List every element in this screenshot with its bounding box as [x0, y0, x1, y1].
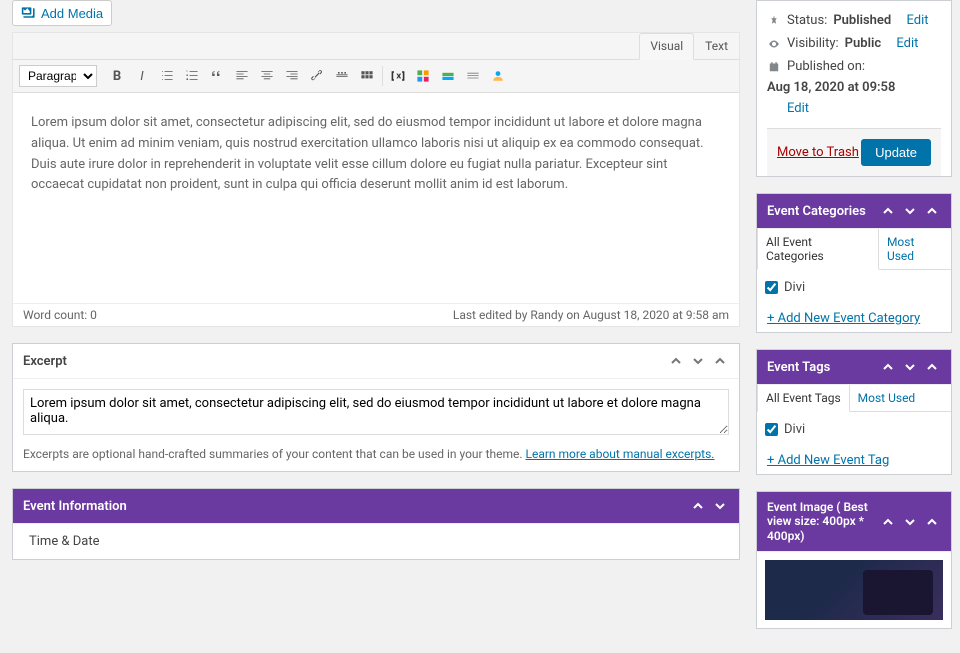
event-info-panel: Event Information Time & Date — [12, 488, 740, 560]
excerpt-title: Excerpt — [23, 354, 67, 369]
excerpt-help: Excerpts are optional hand-crafted summa… — [23, 447, 729, 461]
panel-up-icon[interactable] — [879, 513, 897, 531]
category-item[interactable]: Divi — [765, 278, 943, 297]
move-to-trash-link[interactable]: Move to Trash — [777, 145, 859, 160]
visibility-row: Visibility: Public Edit — [767, 32, 941, 55]
event-image-title: Event Image ( Best view size: 400px * 40… — [767, 500, 879, 543]
panel-up-icon[interactable] — [689, 497, 707, 515]
edit-published-link[interactable]: Edit — [787, 101, 941, 116]
number-list-button[interactable] — [180, 64, 204, 88]
blockquote-button[interactable] — [205, 64, 229, 88]
add-media-button[interactable]: Add Media — [12, 0, 112, 26]
edit-visibility-link[interactable]: Edit — [896, 36, 918, 51]
editor-content[interactable]: Lorem ipsum dolor sit amet, consectetur … — [13, 93, 739, 303]
panel-down-icon[interactable] — [901, 202, 919, 220]
tab-text[interactable]: Text — [694, 33, 739, 59]
editor-mode-tabs: Visual Text — [13, 33, 739, 60]
update-button[interactable]: Update — [861, 139, 931, 166]
module-button[interactable] — [411, 64, 435, 88]
panel-down-icon[interactable] — [711, 497, 729, 515]
more-button[interactable] — [330, 64, 354, 88]
excerpt-help-link[interactable]: Learn more about manual excerpts. — [526, 447, 715, 461]
panel-toggle-icon[interactable] — [711, 352, 729, 370]
bold-button[interactable]: B — [105, 64, 129, 88]
panel-up-icon[interactable] — [879, 202, 897, 220]
panel-down-icon[interactable] — [901, 358, 919, 376]
edit-status-link[interactable]: Edit — [906, 13, 928, 28]
panel-toggle-icon[interactable] — [923, 202, 941, 220]
event-tags-title: Event Tags — [767, 360, 830, 375]
last-edited: Last edited by Randy on August 18, 2020 … — [453, 308, 729, 322]
published-row: Published on: Aug 18, 2020 at 09:58 Edit — [767, 55, 941, 120]
panel-up-icon[interactable] — [879, 358, 897, 376]
event-categories-title: Event Categories — [767, 204, 866, 219]
panel-down-icon[interactable] — [901, 513, 919, 531]
editor-container: Visual Text Paragraph B I Lorem ipsum do… — [12, 32, 740, 327]
layout-button[interactable] — [436, 64, 460, 88]
tab-all-categories[interactable]: All Event Categories — [757, 229, 879, 270]
excerpt-panel: Excerpt Lorem ipsum dolor sit amet, cons… — [12, 343, 740, 472]
format-select[interactable]: Paragraph — [19, 65, 97, 87]
panel-toggle-icon[interactable] — [923, 358, 941, 376]
align-right-button[interactable] — [280, 64, 304, 88]
event-image-preview[interactable] — [765, 560, 943, 620]
shortcode-button[interactable] — [386, 64, 410, 88]
editor-status-bar: Word count: 0 Last edited by Randy on Au… — [13, 303, 739, 326]
tab-most-used-categories[interactable]: Most Used — [879, 229, 951, 269]
add-tag-link[interactable]: + Add New Event Tag — [757, 447, 951, 474]
publish-box: Status: Published Edit Visibility: Publi… — [756, 0, 952, 177]
tab-most-used-tags[interactable]: Most Used — [850, 385, 924, 411]
media-icon — [21, 5, 37, 21]
bullet-list-button[interactable] — [155, 64, 179, 88]
event-image-panel: Event Image ( Best view size: 400px * 40… — [756, 491, 952, 629]
eye-icon — [767, 37, 781, 51]
panel-toggle-icon[interactable] — [923, 513, 941, 531]
editor-toolbar: Paragraph B I — [13, 60, 739, 93]
align-left-button[interactable] — [230, 64, 254, 88]
tab-visual[interactable]: Visual — [639, 33, 694, 60]
toolbar-toggle-button[interactable] — [355, 64, 379, 88]
italic-button[interactable]: I — [130, 64, 154, 88]
excerpt-textarea[interactable]: Lorem ipsum dolor sit amet, consectetur … — [23, 389, 729, 435]
text-color-button[interactable] — [461, 64, 485, 88]
calendar-icon — [767, 60, 781, 74]
add-media-label: Add Media — [41, 6, 103, 21]
tag-checkbox[interactable] — [765, 423, 778, 436]
word-count: Word count: 0 — [23, 308, 97, 322]
pin-icon — [767, 14, 781, 28]
add-category-link[interactable]: + Add New Event Category — [757, 305, 951, 332]
panel-down-icon[interactable] — [689, 352, 707, 370]
panel-up-icon[interactable] — [667, 352, 685, 370]
status-row: Status: Published Edit — [767, 9, 941, 32]
user-button[interactable] — [486, 64, 510, 88]
event-tags-panel: Event Tags All Event Tags Most Used Divi… — [756, 349, 952, 475]
align-center-button[interactable] — [255, 64, 279, 88]
link-button[interactable] — [305, 64, 329, 88]
tag-item[interactable]: Divi — [765, 420, 943, 439]
event-info-title: Event Information — [23, 499, 127, 514]
tab-all-tags[interactable]: All Event Tags — [757, 385, 850, 412]
event-time-date-label: Time & Date — [13, 524, 739, 559]
category-checkbox[interactable] — [765, 281, 778, 294]
event-categories-panel: Event Categories All Event Categories Mo… — [756, 193, 952, 333]
